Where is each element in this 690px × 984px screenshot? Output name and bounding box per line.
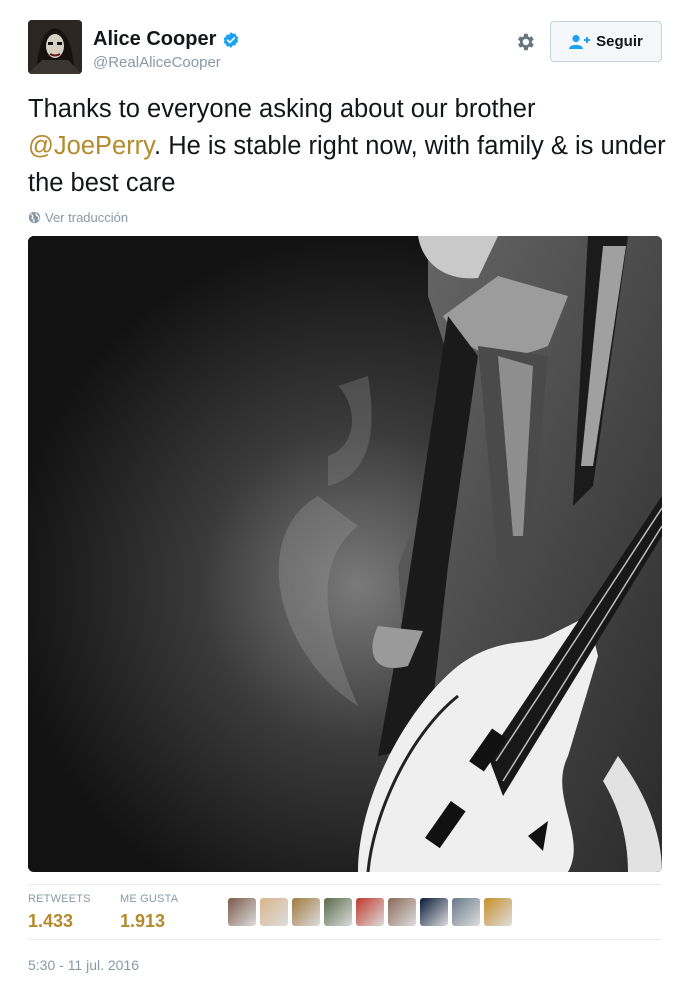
follow-button[interactable]: Seguir bbox=[550, 21, 662, 62]
liker-avatar[interactable] bbox=[356, 898, 384, 926]
stats-top-divider bbox=[28, 884, 662, 885]
author-name-row[interactable]: Alice Cooper bbox=[93, 28, 240, 51]
liker-avatar[interactable] bbox=[260, 898, 288, 926]
avatar[interactable] bbox=[28, 20, 82, 74]
author-name[interactable]: Alice Cooper bbox=[93, 28, 216, 51]
tweet-text: Thanks to everyone asking about our brot… bbox=[28, 91, 668, 202]
stats-bottom-divider bbox=[28, 939, 662, 940]
add-user-icon bbox=[569, 34, 591, 49]
follow-label: Seguir bbox=[596, 33, 643, 50]
liker-avatar[interactable] bbox=[228, 898, 256, 926]
liker-avatar[interactable] bbox=[324, 898, 352, 926]
retweets-count: 1.433 bbox=[28, 911, 74, 931]
likes-label: ME GUSTA bbox=[120, 893, 179, 905]
verified-badge-icon bbox=[224, 31, 239, 48]
liker-avatar[interactable] bbox=[452, 898, 480, 926]
liker-avatar[interactable] bbox=[292, 898, 320, 926]
translate-link[interactable]: Ver traducción bbox=[28, 210, 128, 225]
translate-label: Ver traducción bbox=[45, 210, 129, 225]
liker-avatar[interactable] bbox=[420, 898, 448, 926]
tweet-text-before: Thanks to everyone asking about our brot… bbox=[28, 95, 536, 123]
globe-icon bbox=[28, 211, 41, 224]
liker-avatar[interactable] bbox=[388, 898, 416, 926]
liker-avatar[interactable] bbox=[484, 898, 512, 926]
likes-count: 1.913 bbox=[120, 911, 166, 931]
gear-icon[interactable] bbox=[514, 31, 536, 53]
mention-link[interactable]: @JoePerry bbox=[28, 132, 154, 160]
timestamp[interactable]: 5:30 - 11 jul. 2016 bbox=[28, 957, 139, 973]
author-handle[interactable]: @RealAliceCooper bbox=[93, 54, 221, 71]
tweet-photo[interactable] bbox=[28, 236, 662, 872]
liker-avatars bbox=[228, 898, 516, 926]
retweets-label: RETWEETS bbox=[28, 893, 91, 905]
likes-stat[interactable]: ME GUSTA 1.913 bbox=[120, 893, 178, 932]
retweets-stat[interactable]: RETWEETS 1.433 bbox=[28, 893, 91, 932]
